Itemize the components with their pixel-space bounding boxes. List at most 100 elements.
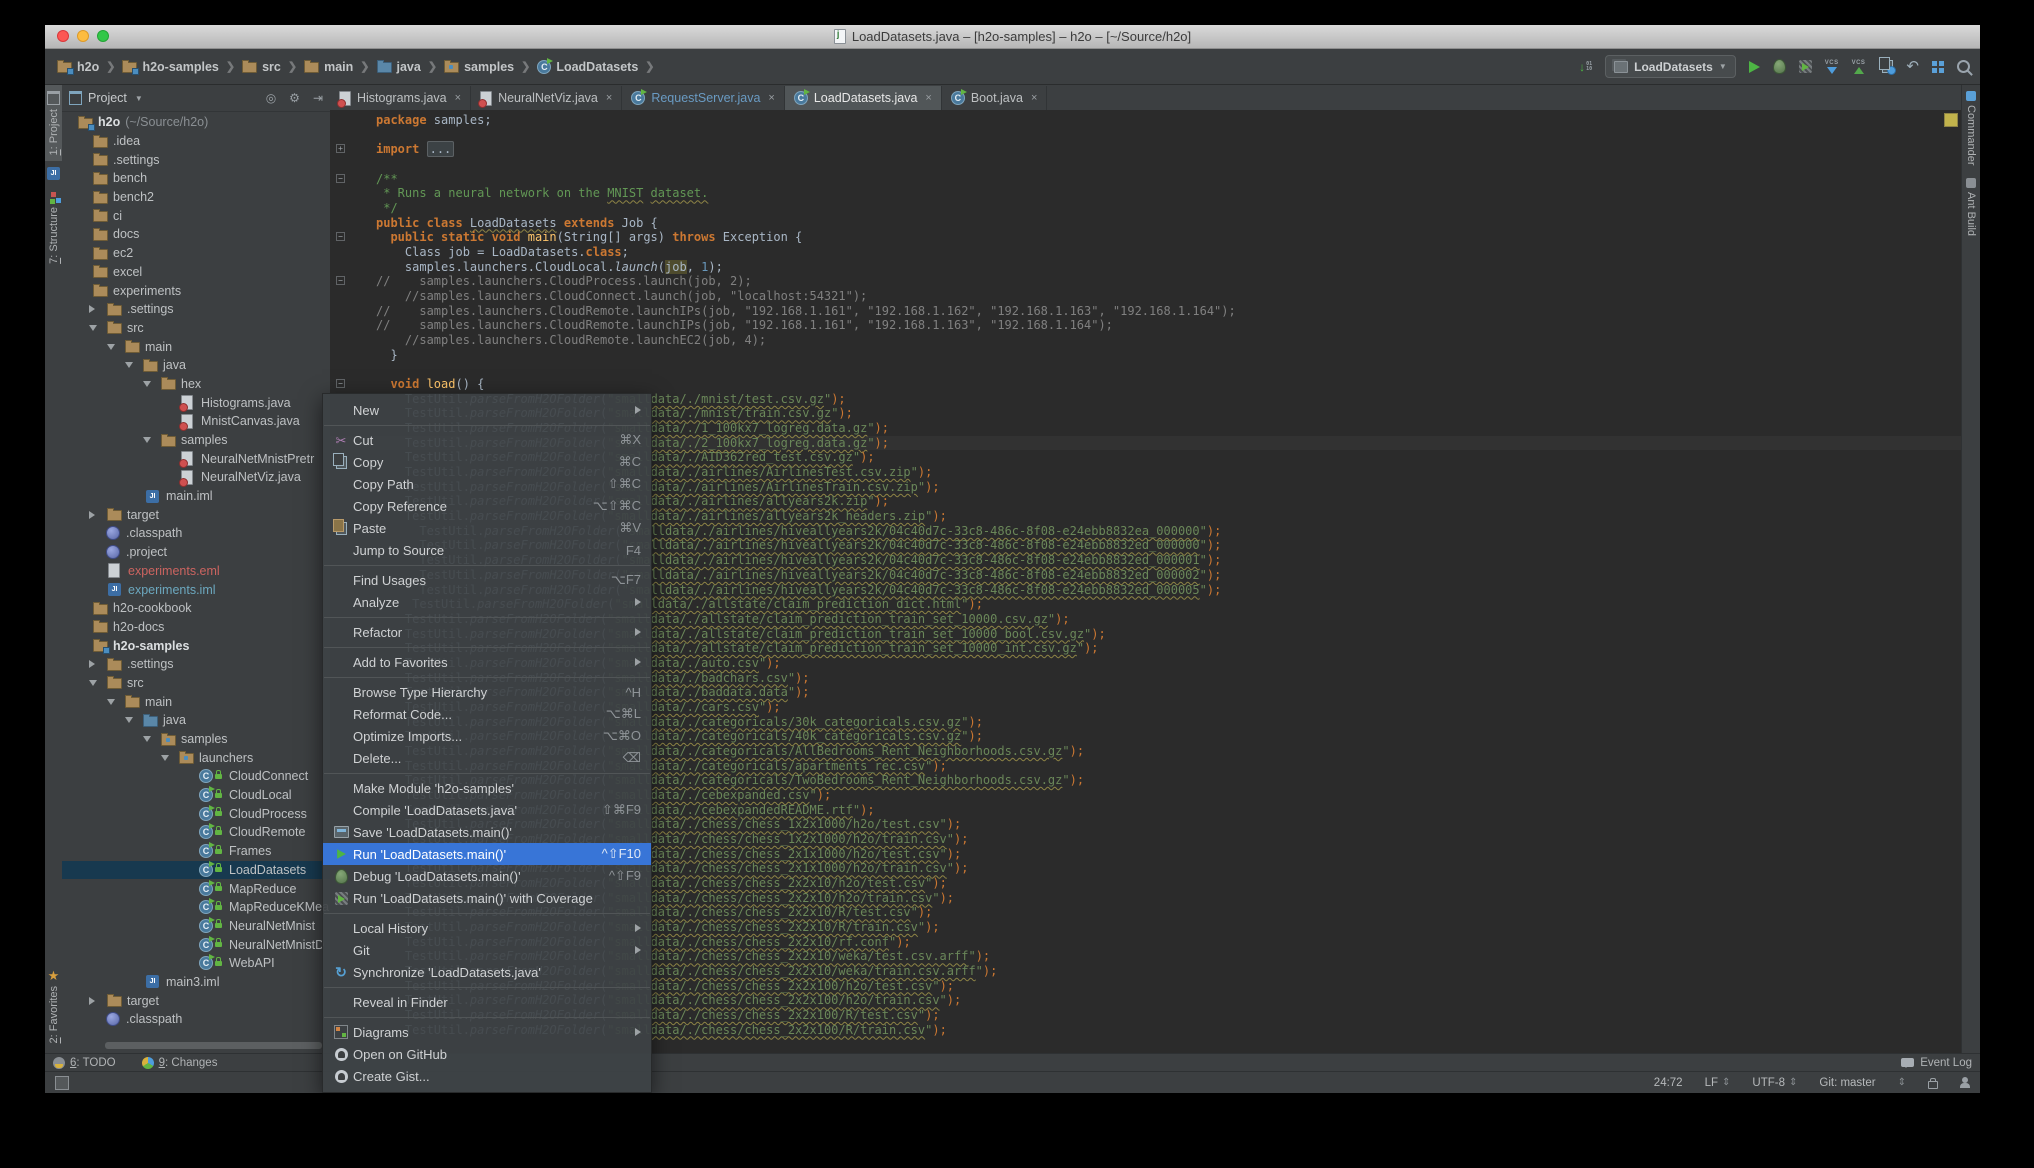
tool-strip-button-1: Project[interactable]: 1: Project bbox=[45, 85, 62, 161]
tree-item-h2o-cookbook[interactable]: h2o-cookbook bbox=[62, 599, 330, 618]
menu-item-cut[interactable]: ✂Cut⌘X bbox=[323, 429, 651, 451]
editor-tab-Histograms.java[interactable]: Histograms.java× bbox=[330, 86, 471, 110]
tree-item-CloudConnect[interactable]: CCloudConnect bbox=[62, 767, 330, 786]
tree-item-.settings[interactable]: .settings bbox=[62, 150, 330, 169]
breadcrumb-item-h2o[interactable]: h2o bbox=[55, 58, 101, 76]
fold-collapse-icon[interactable]: − bbox=[336, 379, 345, 388]
tree-item-MapReduce[interactable]: CMapReduce bbox=[62, 879, 330, 898]
tree-item-NeuralNetMnistD[interactable]: CNeuralNetMnistD bbox=[62, 935, 330, 954]
tree-item-target[interactable]: target bbox=[62, 505, 330, 524]
breadcrumb-item-src[interactable]: src bbox=[240, 58, 283, 76]
menu-item-diagrams[interactable]: Diagrams bbox=[323, 1021, 651, 1043]
tree-item-MnistCanvas.java[interactable]: MnistCanvas.java bbox=[62, 412, 330, 431]
tree-item-NeuralNetMnist[interactable]: CNeuralNetMnist bbox=[62, 917, 330, 936]
menu-item-save-loaddatasets-main-[interactable]: Save 'LoadDatasets.main()' bbox=[323, 821, 651, 843]
tree-item-MapReduceKMea[interactable]: CMapReduceKMea bbox=[62, 898, 330, 917]
copy-history-icon[interactable] bbox=[1882, 60, 1893, 73]
editor-tab-RequestServer.java[interactable]: CRequestServer.java× bbox=[622, 86, 785, 110]
close-tab-icon[interactable]: × bbox=[455, 92, 461, 104]
tree-item-.classpath[interactable]: .classpath bbox=[62, 1010, 330, 1029]
encoding-selector[interactable]: UTF-8⇕ bbox=[1752, 1077, 1797, 1089]
menu-item-paste[interactable]: Paste⌘V bbox=[323, 517, 651, 539]
caret-position[interactable]: 24:72 bbox=[1654, 1077, 1683, 1089]
collapse-arrow-icon[interactable] bbox=[125, 717, 133, 723]
coverage-icon[interactable] bbox=[1799, 60, 1812, 73]
mac-title-bar[interactable]: LoadDatasets.java – [h2o-samples] – h2o … bbox=[45, 25, 1980, 49]
tool-strip-button-2: Favorites[interactable]: ★2: Favorites bbox=[45, 963, 62, 1049]
tree-item-hex[interactable]: hex bbox=[62, 375, 330, 394]
tree-item-samples[interactable]: samples bbox=[62, 431, 330, 450]
tree-horizontal-scrollbar[interactable] bbox=[105, 1042, 322, 1049]
menu-item-run-loaddatasets-main-[interactable]: Run 'LoadDatasets.main()'^⇧F10 bbox=[323, 843, 651, 865]
warning-stripe-marker[interactable] bbox=[1944, 113, 1958, 127]
fold-collapse-icon[interactable]: − bbox=[336, 232, 345, 241]
tree-item-CloudRemote[interactable]: CCloudRemote bbox=[62, 823, 330, 842]
collapse-arrow-icon[interactable] bbox=[107, 699, 115, 705]
collapse-arrow-icon[interactable] bbox=[125, 362, 133, 368]
menu-item-new[interactable]: New bbox=[323, 399, 651, 421]
tree-item-bench2[interactable]: bench2 bbox=[62, 188, 330, 207]
updown-icon[interactable]: ⇕ bbox=[1898, 1077, 1906, 1088]
vcs-update-icon[interactable]: VCS bbox=[1825, 60, 1839, 74]
tree-item-java[interactable]: java bbox=[62, 356, 330, 375]
menu-item-copy-path[interactable]: Copy Path⇧⌘C bbox=[323, 473, 651, 495]
tree-item-WebAPI[interactable]: CWebAPI bbox=[62, 954, 330, 973]
tree-item-launchers[interactable]: launchers bbox=[62, 748, 330, 767]
lock-icon[interactable] bbox=[1928, 1081, 1938, 1089]
menu-item-copy[interactable]: Copy⌘C bbox=[323, 451, 651, 473]
tree-item-CloudProcess[interactable]: CCloudProcess bbox=[62, 804, 330, 823]
expand-arrow-icon[interactable] bbox=[89, 660, 95, 668]
tree-item-Histograms.java[interactable]: Histograms.java bbox=[62, 393, 330, 412]
menu-item-optimize-imports-[interactable]: Optimize Imports...⌥⌘O bbox=[323, 725, 651, 747]
dock-icon[interactable]: ⇥ bbox=[313, 91, 323, 105]
tree-item-samples[interactable]: samples bbox=[62, 730, 330, 749]
hector-inspector-icon[interactable] bbox=[1960, 1077, 1970, 1088]
tree-item-target[interactable]: target bbox=[62, 991, 330, 1010]
menu-item-run-loaddatasets-main-with-coverage[interactable]: Run 'LoadDatasets.main()' with Coverage bbox=[323, 887, 651, 909]
tree-item-.classpath[interactable]: .classpath bbox=[62, 524, 330, 543]
tree-item-Frames[interactable]: CFrames bbox=[62, 842, 330, 861]
tree-item-excel[interactable]: excel bbox=[62, 263, 330, 282]
tree-item-docs[interactable]: docs bbox=[62, 225, 330, 244]
tree-item-.project[interactable]: .project bbox=[62, 543, 330, 562]
grid-icon[interactable] bbox=[1932, 61, 1937, 66]
tree-item-experiments.iml[interactable]: experiments.iml bbox=[62, 580, 330, 599]
menu-item-compile-loaddatasets-java-[interactable]: Compile 'LoadDatasets.java'⇧⌘F9 bbox=[323, 799, 651, 821]
menu-item-debug-loaddatasets-main-[interactable]: Debug 'LoadDatasets.main()'^⇧F9 bbox=[323, 865, 651, 887]
menu-item-analyze[interactable]: Analyze bbox=[323, 591, 651, 613]
toolwindow-toggle-icon[interactable] bbox=[55, 1076, 69, 1090]
run-icon[interactable] bbox=[1749, 61, 1760, 73]
git-branch-widget[interactable]: Git: master bbox=[1819, 1077, 1875, 1089]
tree-item-NeuralNetMnistPretr[interactable]: NeuralNetMnistPretr bbox=[62, 449, 330, 468]
menu-item-delete-[interactable]: Delete...⌫ bbox=[323, 747, 651, 769]
collapse-arrow-icon[interactable] bbox=[107, 344, 115, 350]
event-log-button[interactable]: Event Log bbox=[1901, 1057, 1972, 1069]
menu-item-make-module-h2o-samples-[interactable]: Make Module 'h2o-samples' bbox=[323, 777, 651, 799]
tool-strip-button-Commander[interactable]: Commander bbox=[1962, 85, 1980, 172]
tree-item-NeuralNetViz.java[interactable]: NeuralNetViz.java bbox=[62, 468, 330, 487]
tree-item-CloudLocal[interactable]: CCloudLocal bbox=[62, 786, 330, 805]
close-tab-icon[interactable]: × bbox=[925, 92, 931, 104]
menu-item-copy-reference[interactable]: Copy Reference⌥⇧⌘C bbox=[323, 495, 651, 517]
breadcrumb-item-samples[interactable]: samples bbox=[442, 58, 516, 76]
menu-item-browse-type-hierarchy[interactable]: Browse Type Hierarchy^H bbox=[323, 681, 651, 703]
close-tab-icon[interactable]: × bbox=[1031, 92, 1037, 104]
expand-arrow-icon[interactable] bbox=[89, 511, 95, 519]
tree-item-main[interactable]: main bbox=[62, 337, 330, 356]
breadcrumb-item-h2o-samples[interactable]: h2o-samples bbox=[120, 58, 220, 76]
tool-strip-button-intellij[interactable] bbox=[45, 161, 62, 186]
search-icon[interactable] bbox=[1957, 60, 1970, 73]
breadcrumb-item-java[interactable]: java bbox=[375, 58, 423, 76]
menu-item-refactor[interactable]: Refactor bbox=[323, 621, 651, 643]
menu-item-find-usages[interactable]: Find Usages⌥F7 bbox=[323, 569, 651, 591]
changes-tool-button[interactable]: 9: Changes bbox=[142, 1057, 218, 1069]
expand-arrow-icon[interactable] bbox=[89, 305, 95, 313]
collapse-arrow-icon[interactable] bbox=[89, 325, 97, 331]
close-tab-icon[interactable]: × bbox=[606, 92, 612, 104]
tree-item-src[interactable]: src bbox=[62, 319, 330, 338]
breadcrumb-item-LoadDatasets[interactable]: CLoadDatasets bbox=[535, 58, 640, 76]
tree-item-LoadDatasets[interactable]: CLoadDatasets bbox=[62, 861, 330, 880]
tree-item-java[interactable]: java bbox=[62, 711, 330, 730]
target-icon[interactable]: ◎ bbox=[266, 92, 276, 104]
expand-arrow-icon[interactable] bbox=[89, 997, 95, 1005]
